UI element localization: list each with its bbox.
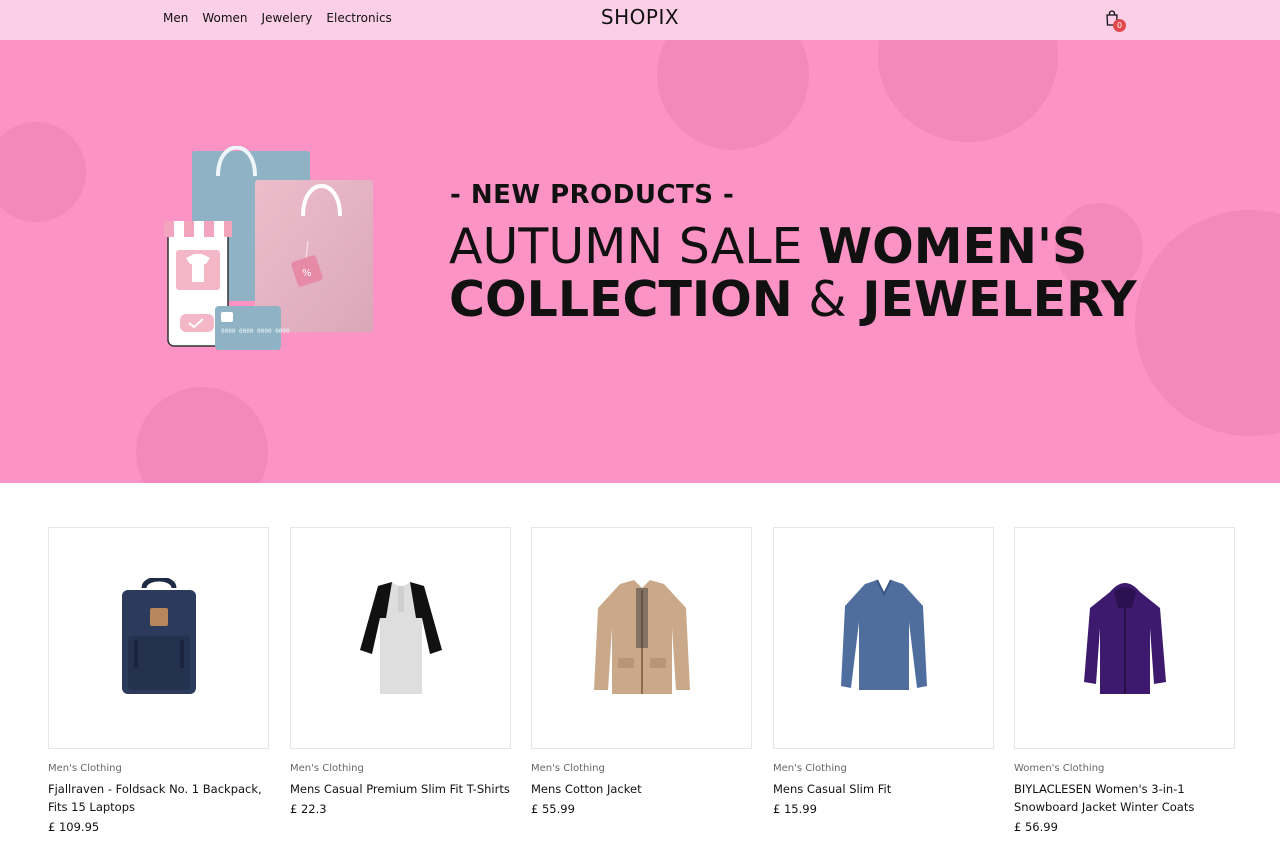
shopping-bags-illustration: % 0000 0000 0000 0000 [164, 146, 373, 350]
product-card[interactable]: Men's Clothing Mens Casual Slim Fit £ 15… [773, 527, 994, 816]
headline-text: COLLECTION [449, 271, 793, 328]
product-title[interactable]: Mens Cotton Jacket [531, 780, 752, 798]
product-category: Men's Clothing [48, 763, 122, 774]
headline-line-1: AUTUMN SALE WOMEN'S [449, 220, 1137, 273]
product-grid: Men's Clothing Fjallraven - Foldsack No.… [48, 527, 1235, 847]
sweater-icon [840, 579, 927, 690]
headline-text: & [792, 271, 863, 328]
product-card[interactable]: Men's Clothing Mens Casual Premium Slim … [290, 527, 511, 816]
product-category: Men's Clothing [290, 763, 364, 774]
headline-text: JEWELERY [862, 271, 1137, 328]
decor-circle [136, 387, 268, 483]
decor-circle [878, 40, 1058, 142]
headline-text: AUTUMN SALE [449, 218, 819, 275]
product-image[interactable] [290, 527, 511, 749]
product-card[interactable]: Men's Clothing Mens Cotton Jacket £ 55.9… [531, 527, 752, 816]
product-title[interactable]: BIYLACLESEN Women's 3-in-1 Snowboard Jac… [1014, 780, 1235, 816]
product-category: Men's Clothing [531, 763, 605, 774]
svg-text:%: % [302, 268, 312, 279]
product-category: Women's Clothing [1014, 763, 1105, 774]
backpack-icon [121, 578, 196, 694]
product-image[interactable] [773, 527, 994, 749]
product-title[interactable]: Mens Casual Premium Slim Fit T-Shirts [290, 780, 511, 798]
coat-icon [1083, 583, 1166, 694]
product-title[interactable]: Mens Casual Slim Fit [773, 780, 994, 798]
product-price: £ 22.3 [290, 802, 327, 816]
product-price: £ 56.99 [1014, 820, 1058, 834]
product-price: £ 55.99 [531, 802, 575, 816]
decor-circle [0, 122, 86, 222]
tshirt-icon [359, 582, 442, 694]
product-price: £ 109.95 [48, 820, 100, 834]
headline-text: WOMEN'S [818, 218, 1088, 275]
hero-headline: AUTUMN SALE WOMEN'S COLLECTION & JEWELER… [449, 220, 1137, 326]
product-card[interactable]: Men's Clothing Fjallraven - Foldsack No.… [48, 527, 269, 834]
product-image[interactable] [531, 527, 752, 749]
product-category: Men's Clothing [773, 763, 847, 774]
hero-banner: % 0000 0000 0000 0000 - NEW PRODUCTS - A… [0, 40, 1280, 483]
site-logo[interactable]: SHOPIX [0, 5, 1280, 29]
decor-circle [1135, 210, 1280, 436]
product-price: £ 15.99 [773, 802, 817, 816]
decor-circle [657, 40, 809, 150]
svg-text:0000 0000 0000 0000: 0000 0000 0000 0000 [221, 328, 290, 335]
jacket-icon [593, 580, 690, 694]
product-image[interactable] [1014, 527, 1235, 749]
product-image[interactable] [48, 527, 269, 749]
cart-count-badge: 0 [1113, 19, 1126, 32]
product-card[interactable]: Women's Clothing BIYLACLESEN Women's 3-i… [1014, 527, 1235, 834]
product-title[interactable]: Fjallraven - Foldsack No. 1 Backpack, Fi… [48, 780, 269, 816]
top-header: Men Women Jewelery Electronics SHOPIX 0 [0, 0, 1280, 40]
cart-button[interactable]: 0 [1103, 9, 1127, 33]
hero-eyebrow: - NEW PRODUCTS - [450, 180, 735, 210]
headline-line-2: COLLECTION & JEWELERY [449, 273, 1137, 326]
